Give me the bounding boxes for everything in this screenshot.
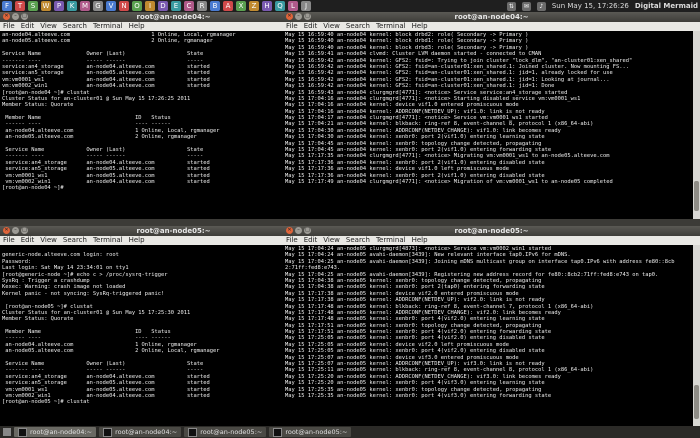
taskbar-button-label: root@an-node04:~	[115, 428, 178, 436]
taskbar-button[interactable]: root@an-node05:~	[269, 427, 352, 437]
menu-item-help[interactable]: Help	[412, 236, 428, 245]
launcher-icon[interactable]: N	[119, 1, 129, 11]
volume-icon[interactable]: ♪	[536, 1, 546, 11]
mail-icon[interactable]: ✉	[521, 1, 531, 11]
menu-item-terminal[interactable]: Terminal	[93, 22, 123, 31]
menu-item-help[interactable]: Help	[412, 22, 428, 31]
terminal-line: May 15 17:17:49 an-node04 clurgmgrd[4771…	[285, 178, 613, 185]
terminal-output[interactable]: May 15 16:59:40 an-node04 kernel: block …	[283, 31, 693, 219]
terminal-window-node04-log[interactable]: ✕ – □ root@an-node04:~ File Edit View Searc…	[283, 12, 700, 219]
launcher-icon[interactable]: J	[301, 1, 311, 11]
scrollbar-thumb[interactable]	[694, 385, 699, 419]
launcher-icon[interactable]: A	[223, 1, 233, 11]
taskbar-button-label: root@an-node05:~	[200, 428, 263, 436]
menu-bar: File Edit View Search Terminal Help	[283, 236, 700, 245]
launcher-icon[interactable]: T	[15, 1, 25, 11]
launcher-icon[interactable]: V	[106, 1, 116, 11]
scrollbar-thumb[interactable]	[694, 181, 699, 211]
menu-item-file[interactable]: File	[3, 236, 15, 245]
taskbar-button-label: root@an-node05:~	[285, 428, 348, 436]
menu-item-edit[interactable]: Edit	[21, 22, 35, 31]
launcher-icon[interactable]: M	[80, 1, 90, 11]
launcher-icon[interactable]: F	[2, 1, 12, 11]
menu-item-terminal[interactable]: Terminal	[376, 22, 406, 31]
terminal-output[interactable]: May 15 17:04:24 an-node05 clurgmgrd[4873…	[283, 245, 693, 426]
window-title: root@an-node05:~	[454, 227, 529, 235]
launcher-icon[interactable]: Q	[275, 1, 285, 11]
menu-item-edit[interactable]: Edit	[304, 236, 318, 245]
scrollbar[interactable]	[693, 31, 700, 219]
menu-item-view[interactable]: View	[323, 22, 340, 31]
taskbar-button[interactable]: root@an-node05:~	[184, 427, 267, 437]
menu-bar: File Edit View Search Terminal Help	[283, 22, 700, 31]
launcher-icon[interactable]: R	[197, 1, 207, 11]
window-titlebar[interactable]: ✕ – □ root@an-node04:~	[283, 12, 700, 22]
terminal-line: May 15 17:04:25 an-node05 avahi-daemon[3…	[285, 271, 659, 278]
menu-item-edit[interactable]: Edit	[21, 236, 35, 245]
top-panel: FTSWPKMGVNOIDECRBAXZHQLJ ⇅ ✉ ♪ Sun May 1…	[0, 0, 700, 12]
menu-item-help[interactable]: Help	[129, 236, 145, 245]
terminal-icon	[273, 427, 283, 437]
menu-item-terminal[interactable]: Terminal	[93, 236, 123, 245]
menu-item-file[interactable]: File	[286, 22, 298, 31]
launcher-icon[interactable]: D	[158, 1, 168, 11]
system-tray: ⇅ ✉ ♪ Sun May 15, 17:26:26 Digital Merma…	[506, 0, 698, 12]
launcher-icon[interactable]: K	[67, 1, 77, 11]
launcher-icon[interactable]: B	[210, 1, 220, 11]
launcher-bar: FTSWPKMGVNOIDECRBAXZHQLJ	[2, 1, 311, 11]
menu-item-view[interactable]: View	[40, 236, 57, 245]
menu-item-edit[interactable]: Edit	[304, 22, 318, 31]
menu-item-search[interactable]: Search	[63, 22, 87, 31]
terminal-icon	[188, 427, 198, 437]
window-title: root@an-node04:~	[454, 13, 529, 21]
launcher-icon[interactable]: L	[288, 1, 298, 11]
menu-item-view[interactable]: View	[40, 22, 57, 31]
taskbar-button[interactable]: root@an-node04:~	[14, 427, 97, 437]
scrollbar[interactable]	[693, 245, 700, 426]
launcher-icon[interactable]: E	[171, 1, 181, 11]
launcher-icon[interactable]: Z	[249, 1, 259, 11]
launcher-icon[interactable]: C	[184, 1, 194, 11]
menu-item-help[interactable]: Help	[129, 22, 145, 31]
taskbar: root@an-node04:~ root@an-node04:~ root@an-…	[0, 426, 700, 438]
terminal-window-node05-log[interactable]: ✕ – □ root@an-node05:~ File Edit View Searc…	[283, 226, 700, 426]
menu-item-file[interactable]: File	[286, 236, 298, 245]
user-name[interactable]: Digital Mermaid	[635, 0, 698, 12]
network-icon[interactable]: ⇅	[506, 1, 516, 11]
taskbar-button[interactable]: root@an-node04:~	[99, 427, 182, 437]
show-desktop-icon[interactable]	[3, 428, 11, 436]
launcher-icon[interactable]: O	[132, 1, 142, 11]
launcher-icon[interactable]: I	[145, 1, 155, 11]
window-titlebar[interactable]: ✕ – □ root@an-node05:~	[283, 226, 700, 236]
terminal-line: May 15 17:25:35 an-node05 kernel: xenbr0…	[285, 392, 552, 399]
menu-item-view[interactable]: View	[323, 236, 340, 245]
menu-item-file[interactable]: File	[3, 22, 15, 31]
launcher-icon[interactable]: X	[236, 1, 246, 11]
clock[interactable]: Sun May 15, 17:26:26	[552, 0, 629, 12]
taskbar-button-label: root@an-node04:~	[30, 428, 93, 436]
launcher-icon[interactable]: W	[41, 1, 51, 11]
menu-item-search[interactable]: Search	[63, 236, 87, 245]
launcher-icon[interactable]: S	[28, 1, 38, 11]
launcher-icon[interactable]: G	[93, 1, 103, 11]
terminal-icon	[103, 427, 113, 437]
menu-item-terminal[interactable]: Terminal	[376, 236, 406, 245]
terminal-line: May 15 16:59:42 an-node04 kernel: GFS2: …	[285, 57, 633, 64]
launcher-icon[interactable]: H	[262, 1, 272, 11]
terminal-icon	[18, 427, 27, 437]
menu-item-search[interactable]: Search	[346, 236, 370, 245]
launcher-icon[interactable]: P	[54, 1, 64, 11]
terminal-line: May 15 17:04:25 an-node05 avahi-daemon[3…	[285, 258, 675, 265]
menu-item-search[interactable]: Search	[346, 22, 370, 31]
